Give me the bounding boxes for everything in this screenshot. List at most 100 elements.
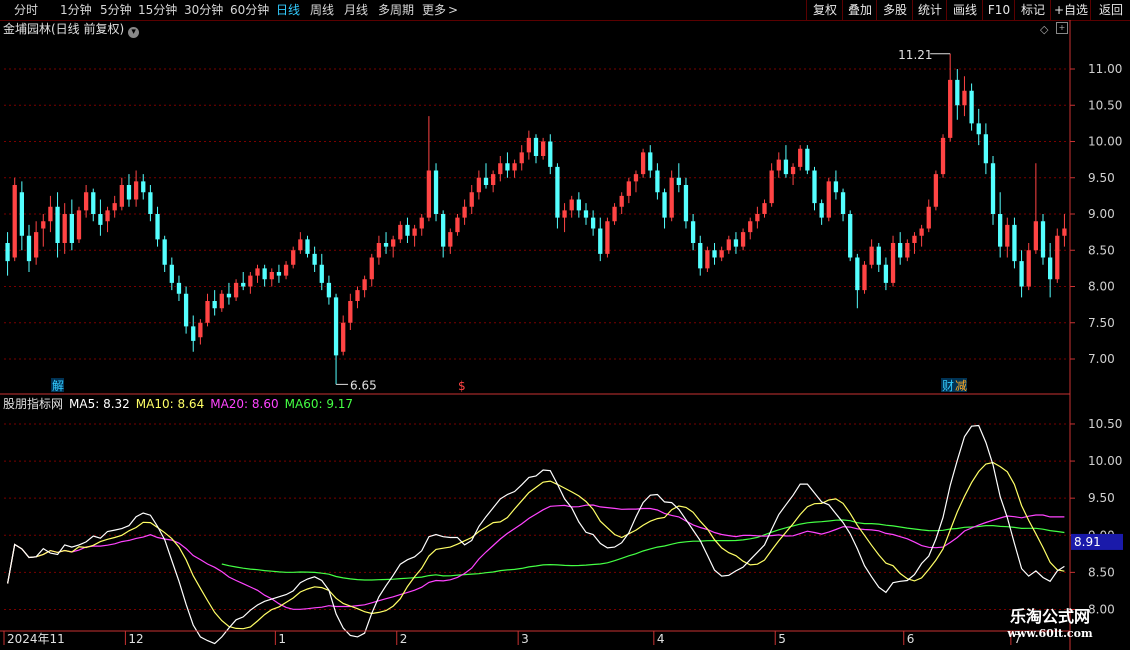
candle-body <box>676 177 681 185</box>
event-marker: 财 <box>942 379 954 393</box>
candle-body <box>540 141 546 156</box>
indicator-name: 股朋指标网 <box>3 397 64 411</box>
ma20-line <box>7 504 1065 610</box>
candle-body <box>48 206 53 222</box>
candle-body <box>990 163 996 214</box>
candle-body <box>776 159 781 171</box>
x-tick-label: 3 <box>521 632 529 646</box>
candle-body <box>383 243 389 247</box>
candle-body <box>155 214 160 240</box>
candle-body <box>940 137 946 175</box>
event-marker: 解 <box>52 379 64 393</box>
candle-body <box>769 170 774 204</box>
candle-body <box>226 293 232 298</box>
candle-body <box>605 221 610 254</box>
candle-body <box>848 214 853 258</box>
candle-body <box>241 282 246 287</box>
candle-body <box>719 250 724 258</box>
candle-body <box>555 166 560 218</box>
candle-body <box>898 243 903 258</box>
x-tick-label: 2024年11 <box>7 632 65 646</box>
candle-body <box>619 195 624 207</box>
candle-body <box>105 210 110 222</box>
watermark-title: 乐淘公式网 <box>1009 607 1090 626</box>
candle-body <box>883 264 889 283</box>
event-marker: $ <box>458 379 466 393</box>
candle-body <box>12 185 17 258</box>
candle-body <box>819 203 824 218</box>
candle-body <box>976 123 981 135</box>
candle-body <box>783 159 789 175</box>
candle-body <box>969 90 974 124</box>
candle-body <box>41 221 46 229</box>
candle-body <box>519 152 524 164</box>
candle-body <box>448 232 453 247</box>
candle-body <box>191 326 196 341</box>
high-price-label: 11.21 <box>898 48 932 62</box>
candle-body <box>698 243 703 269</box>
candle-body <box>312 253 317 265</box>
candle-body <box>798 148 803 167</box>
candle-body <box>1062 228 1067 236</box>
candle-body <box>733 239 739 247</box>
candle-body <box>176 282 182 294</box>
candle-body <box>162 239 167 265</box>
candle-body <box>648 152 653 171</box>
candle-body <box>276 272 282 276</box>
candle-body <box>562 210 567 218</box>
candle-body <box>362 279 367 291</box>
candle-body <box>248 275 253 287</box>
candle-body <box>376 243 382 258</box>
indicator-title: 股朋指标网 MA5: 8.32 MA10: 8.64 MA20: 8.60 MA60: … <box>3 397 359 411</box>
candle-body <box>262 268 267 280</box>
candle-body <box>948 79 953 138</box>
low-price-label: 6.65 <box>350 378 377 392</box>
candles <box>5 53 1067 385</box>
candle-body <box>126 185 132 200</box>
candle-body <box>219 293 224 309</box>
candle-body <box>133 181 139 200</box>
candle-body <box>141 181 146 193</box>
candle-body <box>583 210 589 218</box>
candle-body <box>483 177 489 185</box>
candle-body <box>726 239 731 251</box>
candle-body <box>198 322 203 338</box>
candle-body <box>526 137 532 153</box>
candle-body <box>933 174 939 207</box>
candle-body <box>426 170 432 218</box>
candle-body <box>812 170 817 204</box>
candle-body <box>983 134 989 164</box>
indicator-tick-label: 9.50 <box>1088 491 1115 505</box>
candle-body <box>169 264 174 283</box>
candle-body <box>91 192 96 214</box>
candle-body <box>405 224 410 236</box>
candle-body <box>341 322 346 352</box>
candle-body <box>748 221 753 233</box>
candle-body <box>862 264 867 291</box>
candle-body <box>1033 221 1039 251</box>
event-marker: 减 <box>955 379 967 393</box>
candle-body <box>491 174 496 185</box>
candle-body <box>305 239 310 254</box>
candle-body <box>669 177 674 218</box>
price-tick-label: 10.00 <box>1088 135 1122 149</box>
candle-body <box>148 192 153 214</box>
candle-body <box>890 243 896 283</box>
current-value-label: 8.91 <box>1074 535 1101 549</box>
candle-body <box>412 228 417 236</box>
candle-body <box>955 79 960 106</box>
candle-body <box>333 297 339 356</box>
candle-body <box>1019 261 1024 287</box>
candle-body <box>598 228 603 254</box>
candle-body <box>569 199 574 211</box>
candle-body <box>433 170 439 214</box>
candle-body <box>1026 250 1031 287</box>
candle-body <box>590 217 596 229</box>
indicator-tick-label: 8.50 <box>1088 565 1115 579</box>
price-tick-label: 9.50 <box>1088 171 1115 185</box>
x-tick-label: 4 <box>657 632 665 646</box>
x-tick-label: 1 <box>278 632 286 646</box>
candle-body <box>233 282 239 298</box>
candle-body <box>369 257 374 280</box>
candle-body <box>512 163 517 171</box>
